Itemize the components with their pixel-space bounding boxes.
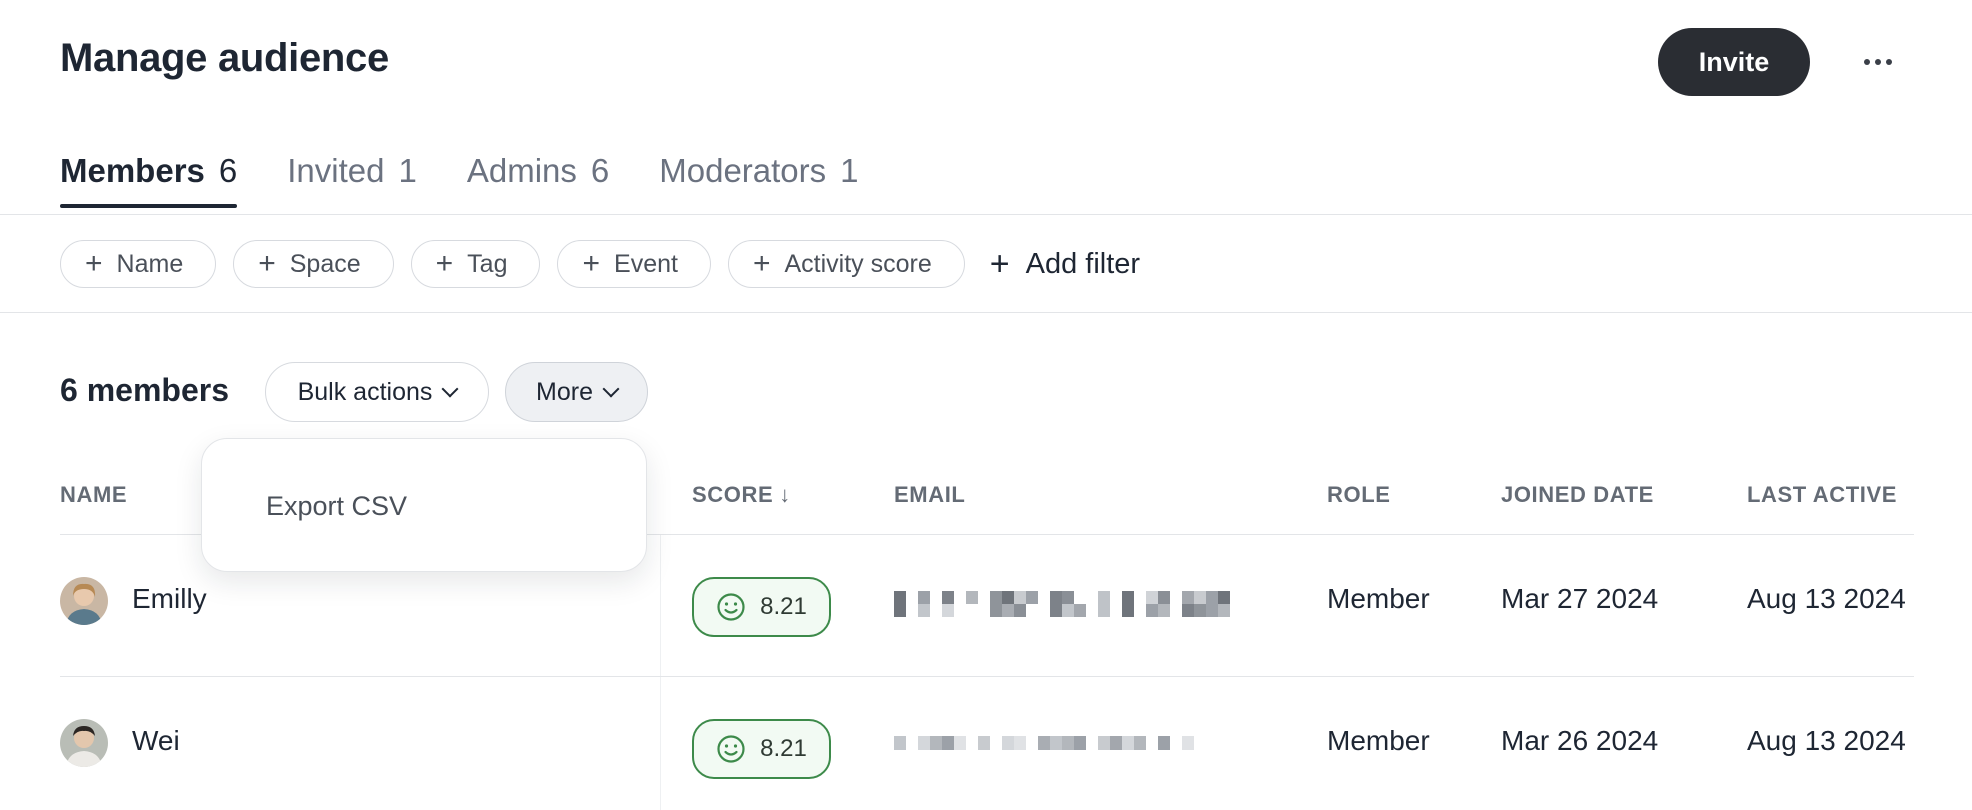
more-label: More	[536, 377, 593, 406]
smile-icon	[717, 735, 745, 763]
member-name[interactable]: Wei	[132, 725, 180, 757]
page-title: Manage audience	[60, 36, 389, 80]
arrow-down-icon: ↓	[779, 482, 791, 507]
column-header-joined-date[interactable]: JOINED DATE	[1501, 482, 1654, 508]
more-button[interactable]: More	[505, 362, 648, 422]
bulk-actions-label: Bulk actions	[297, 377, 433, 406]
email-redacted	[894, 736, 1194, 750]
bulk-actions-button[interactable]: Bulk actions	[265, 362, 489, 422]
filter-chip-label: Name	[116, 249, 184, 278]
member-joined-date: Mar 27 2024	[1501, 583, 1659, 614]
column-header-score-label: SCORE	[692, 482, 774, 507]
score-value: 8.21	[760, 735, 807, 762]
member-joined-date: Mar 26 2024	[1501, 725, 1659, 756]
filter-chip-event[interactable]: + Event	[557, 240, 711, 288]
more-dropdown-menu: Export CSV	[201, 438, 647, 572]
tab-label: Admins	[466, 152, 577, 189]
menu-item-export-csv[interactable]: Export CSV	[266, 491, 407, 522]
avatar	[60, 719, 108, 767]
avatar	[60, 577, 108, 625]
filter-chip-label: Event	[614, 249, 678, 278]
member-name[interactable]: Emilly	[132, 583, 207, 615]
chevron-down-icon	[441, 380, 459, 398]
filter-chip-activity-score[interactable]: + Activity score	[727, 240, 965, 288]
chevron-down-icon	[602, 380, 620, 398]
plus-icon: +	[752, 247, 771, 280]
ellipsis-icon[interactable]	[1856, 42, 1900, 82]
table-row[interactable]: Wei 8.21 Member Mar 26 2024 Aug 13 2024	[0, 677, 1972, 810]
tab-moderators[interactable]: Moderators 1	[659, 152, 858, 208]
filter-chip-space[interactable]: + Space	[233, 240, 394, 288]
member-count: 6 members	[60, 372, 229, 408]
audience-tabs: Members 6 Invited 1 Admins 6 Moderators 1	[60, 152, 859, 208]
filter-chip-label: Activity score	[784, 249, 932, 278]
member-last-active: Aug 13 2024	[1747, 583, 1906, 614]
tab-count: 6	[218, 152, 238, 189]
tab-admins[interactable]: Admins 6	[467, 152, 609, 208]
plus-icon: +	[582, 247, 601, 280]
filter-chip-name[interactable]: + Name	[60, 240, 217, 288]
tab-members[interactable]: Members 6	[60, 152, 238, 208]
email-redacted	[894, 591, 1230, 617]
divider	[0, 312, 1972, 313]
column-header-score[interactable]: SCORE ↓	[692, 482, 791, 508]
add-filter-label: Add filter	[1025, 247, 1141, 280]
smile-icon	[717, 593, 745, 621]
tab-label: Members	[60, 152, 205, 189]
tab-label: Invited	[287, 152, 385, 189]
plus-icon: +	[989, 245, 1010, 283]
filter-bar: + Name + Space + Tag + Event + Activity score…	[60, 240, 1140, 288]
score-badge: 8.21	[692, 719, 831, 779]
column-header-name[interactable]: NAME	[60, 482, 127, 508]
filter-chip-label: Tag	[467, 249, 508, 278]
score-value: 8.21	[760, 593, 807, 620]
tab-count: 1	[398, 152, 417, 189]
score-badge: 8.21	[692, 577, 831, 637]
member-last-active: Aug 13 2024	[1747, 725, 1906, 756]
tab-invited[interactable]: Invited 1	[287, 152, 417, 208]
plus-icon: +	[85, 247, 103, 280]
column-header-email[interactable]: EMAIL	[894, 482, 965, 508]
tab-count: 1	[840, 152, 859, 189]
plus-icon: +	[435, 247, 454, 280]
divider	[0, 214, 1972, 215]
column-header-role[interactable]: ROLE	[1327, 482, 1391, 508]
filter-chip-label: Space	[289, 249, 361, 278]
member-role: Member	[1327, 725, 1430, 756]
column-header-last-active[interactable]: LAST ACTIVE	[1747, 482, 1897, 508]
filter-chip-tag[interactable]: + Tag	[410, 240, 541, 288]
tab-count: 6	[590, 152, 610, 189]
invite-button[interactable]: Invite	[1658, 28, 1810, 96]
plus-icon: +	[258, 247, 276, 280]
add-filter-button[interactable]: + Add filter	[990, 247, 1140, 281]
tab-label: Moderators	[659, 152, 827, 189]
member-role: Member	[1327, 583, 1430, 614]
